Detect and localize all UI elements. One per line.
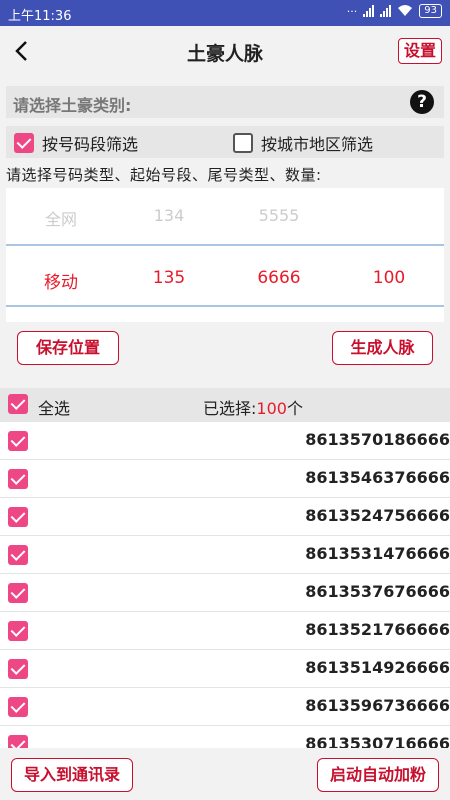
status-time: 上午11:36 xyxy=(8,9,72,24)
title-bar: 土豪人脉 设置 xyxy=(0,26,450,76)
item-checkbox-icon[interactable] xyxy=(8,659,28,679)
category-label: 请选择土豪类别: xyxy=(13,96,132,115)
selected-prefix: 已选择: xyxy=(203,399,257,418)
status-icons: ··· 93 xyxy=(347,4,442,18)
status-bar: 上午11:36 ··· 93 xyxy=(0,0,450,26)
more-icon: ··· xyxy=(346,4,358,18)
picker-divider-bottom xyxy=(6,305,444,307)
item-checkbox-icon[interactable] xyxy=(8,583,28,603)
picker-row-selected[interactable]: 移动 135 6666 100 xyxy=(6,258,444,298)
number-picker[interactable]: 全网 134 5555 移动 135 6666 100 xyxy=(6,188,444,322)
phone-number: 8613514926666 xyxy=(305,658,450,677)
picker-suffix-selected[interactable]: 6666 xyxy=(234,268,324,288)
number-list[interactable]: 8613570186666 8613546376666 8613524756666 8… xyxy=(0,422,450,748)
picker-type-selected[interactable]: 移动 xyxy=(16,268,106,293)
item-checkbox-icon[interactable] xyxy=(8,621,28,641)
selected-suffix: 个 xyxy=(286,399,303,418)
help-icon[interactable]: ? xyxy=(410,90,434,114)
save-position-button[interactable]: 保存位置 xyxy=(17,331,119,365)
filter-by-segment[interactable]: 按号码段筛选 xyxy=(14,131,138,155)
list-item[interactable]: 8613521766666 xyxy=(0,612,450,650)
list-item[interactable]: 8613530716666 xyxy=(0,726,450,748)
generate-contacts-button[interactable]: 生成人脉 xyxy=(332,331,433,365)
battery-icon: 93 xyxy=(419,4,442,18)
phone-number: 8613546376666 xyxy=(305,468,450,487)
picker-divider-top xyxy=(6,244,444,246)
signal-icon xyxy=(363,5,375,17)
picker-suffix[interactable]: 5555 xyxy=(234,206,324,225)
item-checkbox-icon[interactable] xyxy=(8,735,28,748)
instruction-text: 请选择号码类型、起始号段、尾号类型、数量: xyxy=(6,166,322,184)
list-item[interactable]: 8613546376666 xyxy=(0,460,450,498)
filter-bar: 按号码段筛选 按城市地区筛选 xyxy=(6,126,444,158)
auto-add-fans-button[interactable]: 启动自动加粉 xyxy=(317,758,439,792)
picker-type[interactable]: 全网 xyxy=(16,206,106,230)
picker-count-selected[interactable]: 100 xyxy=(344,268,434,288)
phone-number: 8613531476666 xyxy=(305,544,450,563)
picker-row-top[interactable]: 全网 134 5555 xyxy=(6,196,444,236)
phone-number: 8613596736666 xyxy=(305,696,450,715)
checkbox-checked-icon[interactable] xyxy=(14,133,34,153)
item-checkbox-icon[interactable] xyxy=(8,469,28,489)
select-all-bar: 全选 已选择:100个 xyxy=(0,388,450,422)
signal-2-icon xyxy=(380,5,392,17)
phone-number: 8613537676666 xyxy=(305,582,450,601)
checkbox-unchecked-icon[interactable] xyxy=(233,133,253,153)
phone-number: 8613530716666 xyxy=(305,734,450,748)
select-all-checkbox-icon[interactable] xyxy=(8,394,28,414)
item-checkbox-icon[interactable] xyxy=(8,431,28,451)
selected-count: 100 xyxy=(256,399,287,418)
item-checkbox-icon[interactable] xyxy=(8,507,28,527)
settings-button[interactable]: 设置 xyxy=(398,38,442,64)
wifi-icon xyxy=(398,5,413,16)
picker-prefix[interactable]: 134 xyxy=(124,206,214,225)
page-title: 土豪人脉 xyxy=(186,43,263,65)
list-item[interactable]: 8613570186666 xyxy=(0,422,450,460)
filter-by-city[interactable]: 按城市地区筛选 xyxy=(233,131,373,155)
picker-prefix-selected[interactable]: 135 xyxy=(124,268,214,288)
filter-by-city-label: 按城市地区筛选 xyxy=(261,135,374,154)
list-item[interactable]: 8613514926666 xyxy=(0,650,450,688)
select-all-label[interactable]: 全选 xyxy=(38,395,70,419)
item-checkbox-icon[interactable] xyxy=(8,697,28,717)
import-contacts-button[interactable]: 导入到通讯录 xyxy=(11,758,133,792)
list-item[interactable]: 8613524756666 xyxy=(0,498,450,536)
filter-by-segment-label: 按号码段筛选 xyxy=(42,135,139,154)
phone-number: 8613521766666 xyxy=(305,620,450,639)
phone-number: 8613524756666 xyxy=(305,506,450,525)
list-item[interactable]: 8613531476666 xyxy=(0,536,450,574)
item-checkbox-icon[interactable] xyxy=(8,545,28,565)
category-selector[interactable]: 请选择土豪类别: ? xyxy=(6,86,444,118)
phone-number: 8613570186666 xyxy=(305,430,450,449)
list-item[interactable]: 8613596736666 xyxy=(0,688,450,726)
selected-count-text: 已选择:100个 xyxy=(203,395,303,419)
list-item[interactable]: 8613537676666 xyxy=(0,574,450,612)
